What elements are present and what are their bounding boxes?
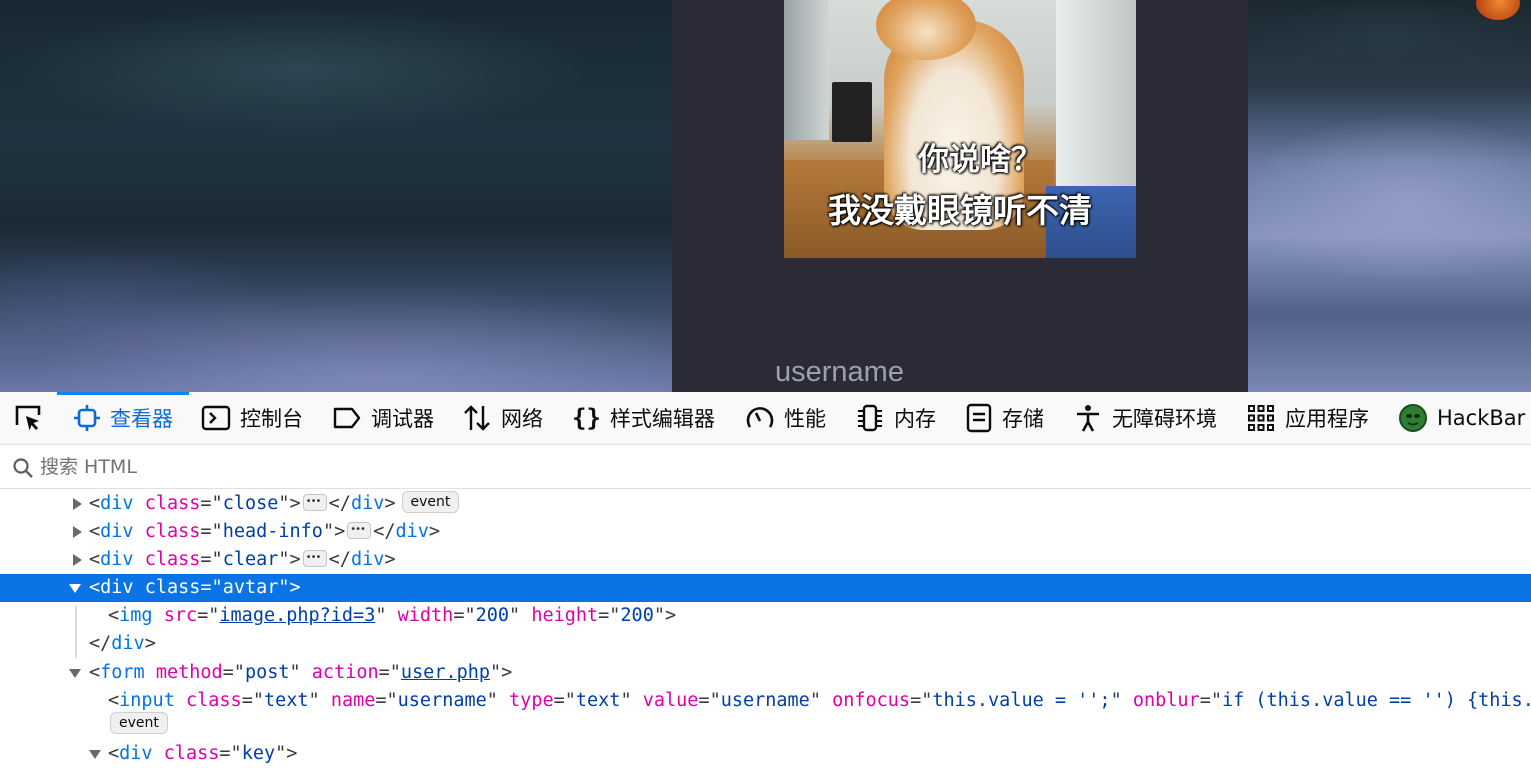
collapse-toggle[interactable] (88, 740, 102, 768)
console-icon (201, 405, 231, 431)
search-html-input[interactable] (38, 453, 842, 481)
tab-label: 控制台 (240, 407, 303, 431)
tab-label: 性能 (784, 407, 826, 431)
tab-accessibility[interactable]: 无障碍环境 (1073, 392, 1217, 444)
network-icon (464, 405, 490, 431)
background-image-left (0, 0, 672, 392)
search-icon (13, 458, 33, 478)
style-editor-icon: {} (572, 404, 601, 432)
hackbar-icon (1399, 404, 1427, 432)
tab-label: 查看器 (110, 407, 173, 431)
devtools-toolbar: 查看器 控制台 调试器 网络 {} 样式编辑器 性能 内存 存储 无障碍环境 应… (0, 392, 1531, 445)
src-link[interactable]: image.php?id=3 (219, 605, 375, 626)
tab-hackbar[interactable]: HackBar (1398, 392, 1525, 444)
background-image-right (1248, 0, 1531, 392)
storage-icon (966, 403, 992, 433)
tab-performance[interactable]: 性能 (745, 392, 826, 444)
tab-label: 调试器 (371, 407, 434, 431)
tree-node[interactable]: <form method="post" action="user.php"> (0, 659, 1531, 687)
action-link[interactable]: user.php (401, 662, 490, 683)
tab-network[interactable]: 网络 (462, 392, 543, 444)
devtools-panel: 查看器 控制台 调试器 网络 {} 样式编辑器 性能 内存 存储 无障碍环境 应… (0, 392, 1531, 777)
tree-node-continuation: event (0, 711, 1531, 739)
tab-label: 应用程序 (1285, 407, 1369, 431)
collapse-toggle[interactable] (68, 659, 82, 687)
indent-guide (75, 606, 77, 658)
tab-label: 内存 (894, 407, 936, 431)
tree-node-selected[interactable]: <div class="avtar"> (0, 574, 1531, 602)
tab-memory[interactable]: 内存 (855, 392, 936, 444)
tab-label: HackBar (1437, 406, 1526, 430)
tree-node[interactable]: <div class="key"> (0, 740, 1531, 768)
meme-caption-line2: 我没戴眼镜听不清 (828, 191, 1092, 230)
tree-node[interactable]: </div> (0, 630, 1531, 658)
tree-node[interactable]: <div class="close"></div>event (0, 489, 1531, 518)
debugger-icon (333, 407, 361, 429)
expand-toggle[interactable] (70, 490, 84, 518)
tree-node[interactable]: <div class="clear"></div> (0, 544, 1531, 574)
tab-label: 网络 (501, 407, 543, 431)
expand-toggle[interactable] (70, 546, 84, 574)
element-picker-icon (15, 405, 41, 431)
meme-caption-line1: 你说啥？ (918, 142, 1042, 178)
username-input[interactable]: username (775, 356, 904, 389)
tab-console[interactable]: 控制台 (201, 392, 303, 444)
collapsed-children-ellipsis[interactable] (347, 516, 372, 544)
avatar-image: 你说啥？ 我没戴眼镜听不清 (784, 0, 1136, 258)
tab-inspector[interactable]: 查看器 (57, 392, 189, 444)
tab-label: 存储 (1002, 407, 1044, 431)
memory-icon (858, 404, 882, 432)
tree-node[interactable]: <div class="head-info"></div> (0, 516, 1531, 546)
tab-label: 无障碍环境 (1112, 407, 1217, 431)
tab-application[interactable]: 应用程序 (1246, 392, 1369, 444)
html-search-bar (0, 445, 1531, 489)
event-badge[interactable]: event (110, 712, 168, 734)
performance-icon (746, 407, 774, 428)
inspector-icon (74, 405, 100, 431)
tab-debugger[interactable]: 调试器 (332, 392, 434, 444)
collapsed-children-ellipsis[interactable] (302, 489, 327, 516)
markup-tree: <div class="close"></div>event <div clas… (0, 489, 1531, 777)
tab-storage[interactable]: 存储 (965, 392, 1044, 444)
application-icon (1248, 405, 1274, 431)
page-viewport: 你说啥？ 我没戴眼镜听不清 username (0, 0, 1531, 392)
collapsed-children-ellipsis[interactable] (302, 544, 327, 572)
element-picker-button[interactable] (11, 402, 45, 434)
expand-toggle[interactable] (70, 518, 84, 546)
collapse-toggle[interactable] (68, 574, 82, 602)
event-badge[interactable]: event (401, 491, 460, 513)
accessibility-icon (1077, 405, 1099, 432)
tab-style-editor[interactable]: {} 样式编辑器 (572, 392, 715, 444)
tree-node[interactable]: <img src="image.php?id=3" width="200" he… (0, 602, 1531, 630)
tab-label: 样式编辑器 (609, 407, 715, 431)
